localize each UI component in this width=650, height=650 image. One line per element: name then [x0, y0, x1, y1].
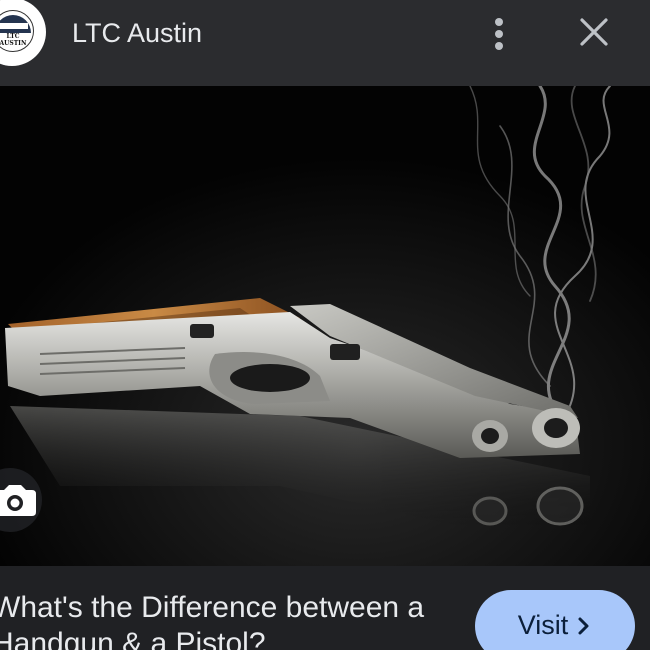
visit-button[interactable]: Visit [475, 590, 635, 650]
logo-badge: LTC AUSTIN [0, 10, 34, 52]
logo-text: LTC AUSTIN [0, 33, 27, 47]
preview-image[interactable] [0, 86, 650, 566]
chevron-right-icon [578, 617, 589, 635]
close-button[interactable] [570, 12, 618, 56]
more-vert-icon-dot [495, 42, 503, 50]
result-caption[interactable]: What's the Difference between a Handgun … [0, 590, 462, 650]
result-footer: What's the Difference between a Handgun … [0, 566, 650, 650]
preview-header: LTC AUSTIN LTC Austin [0, 0, 650, 86]
more-options-button[interactable] [480, 10, 518, 58]
google-lens-button[interactable] [0, 468, 42, 532]
more-vert-icon [495, 18, 503, 26]
site-logo[interactable]: LTC AUSTIN [0, 0, 46, 66]
site-title[interactable]: LTC Austin [72, 16, 202, 50]
handgun-image [0, 86, 650, 566]
logo-stripe [0, 23, 28, 29]
close-icon [580, 18, 608, 46]
visit-label: Visit [517, 610, 569, 640]
google-lens-icon [0, 485, 36, 516]
image-preview-panel: LTC AUSTIN LTC Austin What's the Differe… [0, 0, 650, 650]
more-vert-icon-dot [495, 30, 503, 38]
